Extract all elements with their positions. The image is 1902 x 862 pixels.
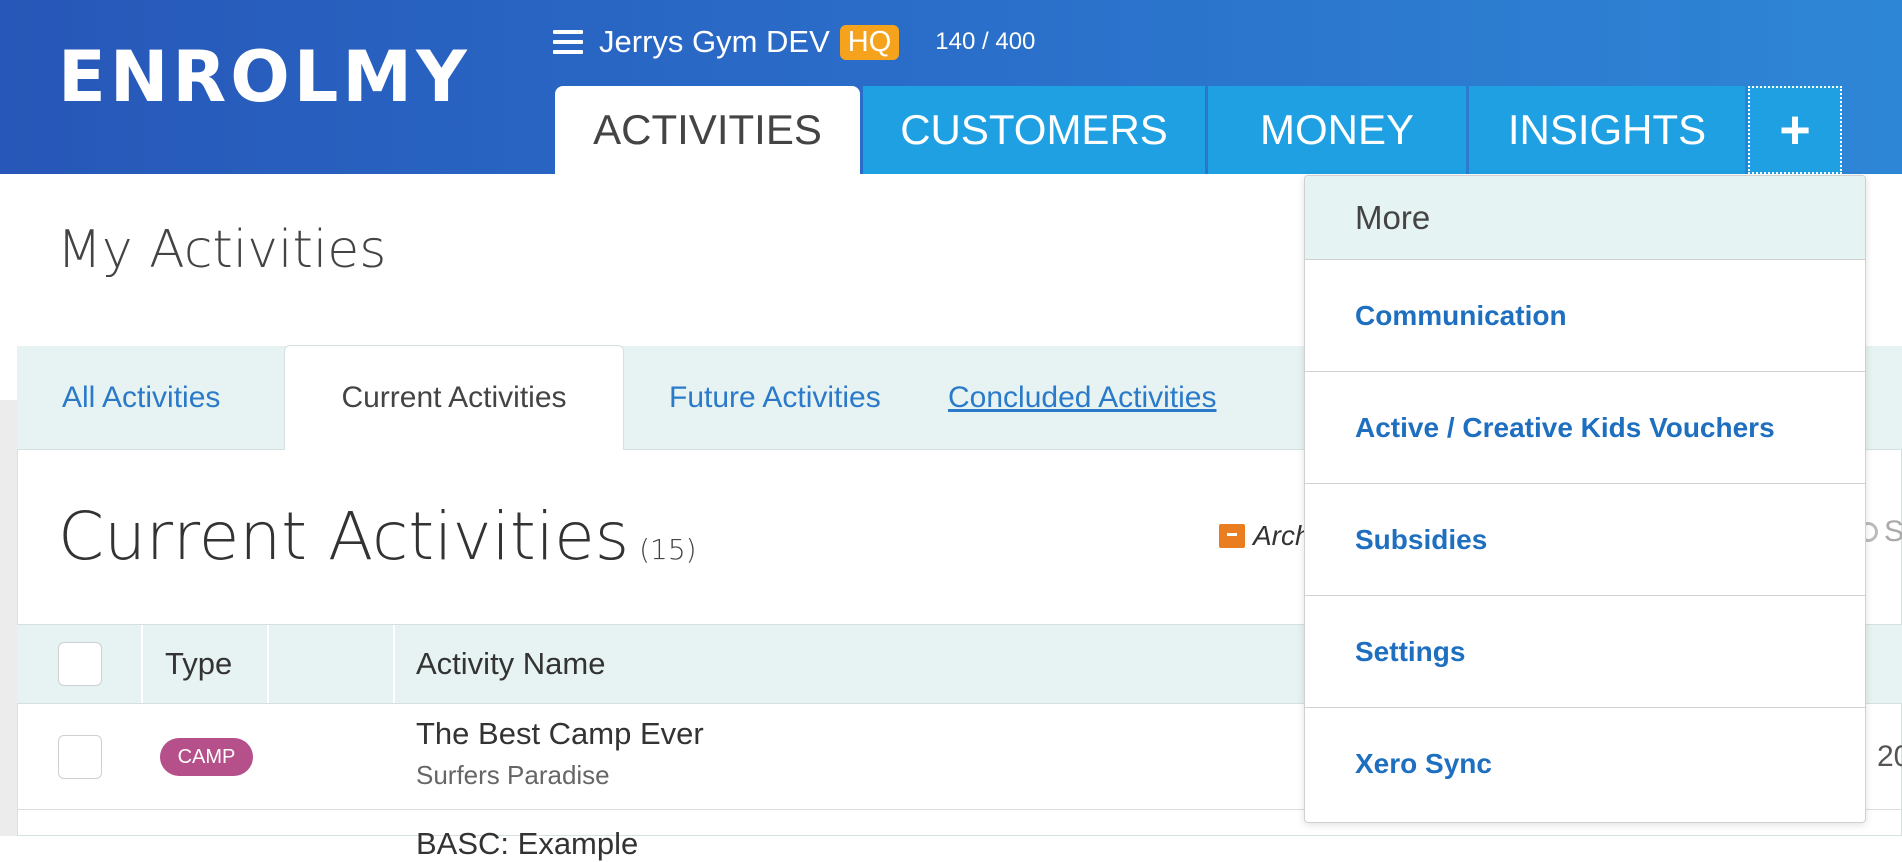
tab-money[interactable]: MONEY: [1208, 86, 1466, 174]
menu-item-subsidies[interactable]: Subsidies: [1305, 484, 1865, 596]
type-badge-camp: CAMP: [160, 738, 253, 776]
column-divider: [393, 625, 395, 703]
tab-all-activities[interactable]: All Activities: [17, 346, 284, 449]
column-header-activity-name[interactable]: Activity Name: [416, 625, 605, 703]
tab-activities[interactable]: ACTIVITIES: [555, 86, 860, 174]
page-title: My Activities: [57, 220, 387, 280]
app-header: ENROLMY Jerrys Gym DEV HQ 140 / 400 ACTI…: [0, 0, 1902, 174]
activity-count: (15): [639, 533, 697, 566]
column-divider: [267, 625, 269, 703]
menu-item-xero-sync[interactable]: Xero Sync: [1305, 708, 1865, 820]
menu-item-communication[interactable]: Communication: [1305, 260, 1865, 372]
more-dropdown-menu: More Communication Active / Creative Kid…: [1304, 175, 1866, 823]
archive-icon: [1219, 524, 1245, 548]
plus-icon: +: [1779, 100, 1811, 160]
select-all-checkbox[interactable]: [58, 642, 102, 686]
tab-insights[interactable]: INSIGHTS: [1469, 86, 1745, 174]
more-menu-button[interactable]: +: [1748, 86, 1842, 174]
background-strip: [0, 400, 17, 836]
section-title: Current Activities (15): [58, 498, 697, 575]
org-name[interactable]: Jerrys Gym DEV: [599, 24, 830, 60]
tab-current-activities[interactable]: Current Activities: [284, 345, 624, 450]
activity-date-peek: 202: [1877, 740, 1902, 773]
member-count: 140 / 400: [935, 28, 1036, 55]
hamburger-menu-icon[interactable]: [553, 30, 583, 54]
dropdown-header: More: [1305, 176, 1865, 260]
column-divider: [141, 625, 143, 703]
tab-future-activities[interactable]: Future Activities: [624, 346, 948, 449]
activity-location: Surfers Paradise: [416, 760, 610, 790]
activity-name[interactable]: BASC: Example: [416, 826, 638, 862]
archive-label: Arch: [1253, 520, 1311, 551]
enrolmy-logo[interactable]: ENROLMY: [58, 34, 471, 120]
menu-item-settings[interactable]: Settings: [1305, 596, 1865, 708]
org-switcher[interactable]: Jerrys Gym DEV HQ 140 / 400: [553, 22, 1035, 62]
tab-customers[interactable]: CUSTOMERS: [863, 86, 1205, 174]
menu-item-vouchers[interactable]: Active / Creative Kids Vouchers: [1305, 372, 1865, 484]
archive-link[interactable]: Arch: [1219, 520, 1311, 552]
tab-concluded-activities[interactable]: Concluded Activities: [948, 346, 1216, 449]
column-header-type[interactable]: Type: [165, 625, 232, 703]
hq-badge: HQ: [839, 24, 900, 60]
main-nav-tabs: ACTIVITIES CUSTOMERS MONEY INSIGHTS +: [555, 86, 1845, 174]
row-checkbox[interactable]: [58, 735, 102, 779]
activity-name[interactable]: The Best Camp Ever: [416, 716, 704, 752]
search-placeholder: S: [1884, 515, 1902, 548]
section-title-text: Current Activities: [58, 498, 630, 575]
